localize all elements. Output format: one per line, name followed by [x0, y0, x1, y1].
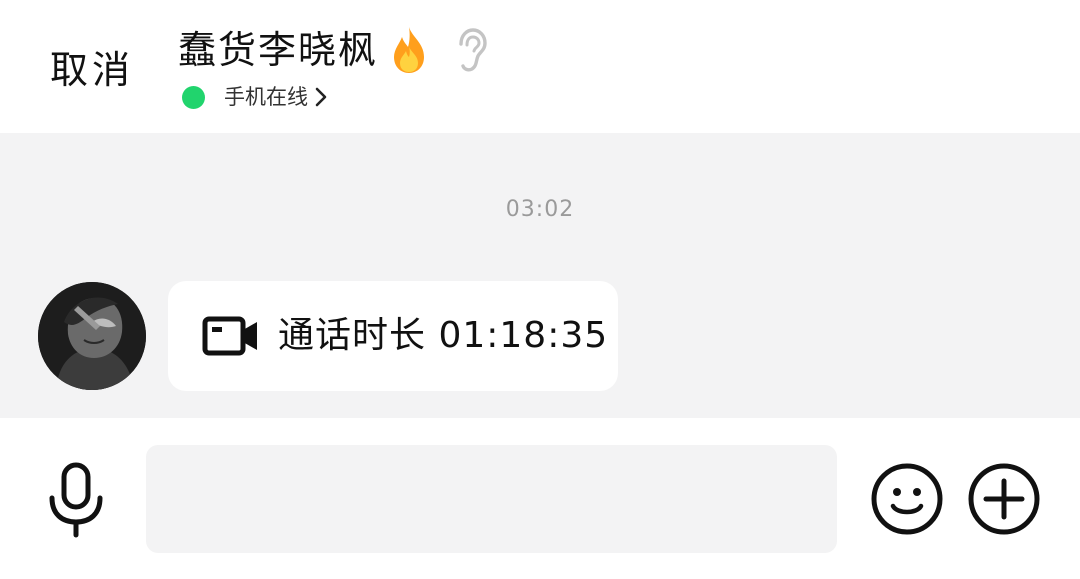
contact-info: 蠢货李晓枫 手机在线 [178, 24, 488, 124]
message-timestamp: 03:02 [505, 197, 575, 222]
contact-name[interactable]: 蠢货李晓枫 [178, 26, 378, 74]
message-list[interactable]: 03:02 通话时长 01:18:35 [0, 133, 1080, 418]
chevron-right-icon [314, 86, 328, 108]
video-call-icon [202, 313, 260, 359]
call-duration-text: 通话时长 01:18:35 [278, 315, 609, 356]
message-input[interactable] [146, 445, 837, 553]
cancel-button[interactable]: 取消 [50, 46, 134, 94]
plus-circle-icon[interactable] [967, 462, 1041, 536]
chat-screen: 取消 蠢货李晓枫 手机在线 03:02 通话时长 01:18:35 [0, 0, 1080, 579]
chat-header: 取消 蠢货李晓枫 手机在线 [0, 0, 1080, 133]
contact-name-row: 蠢货李晓枫 [178, 24, 488, 76]
microphone-icon[interactable] [46, 462, 106, 538]
video-call-message[interactable]: 通话时长 01:18:35 [168, 281, 618, 391]
status-text: 手机在线 [224, 85, 308, 109]
input-bar [0, 418, 1080, 579]
ear-icon[interactable] [454, 27, 488, 73]
avatar[interactable] [38, 282, 146, 390]
fire-icon [390, 25, 428, 75]
online-status[interactable]: 手机在线 [182, 84, 328, 110]
smiley-icon[interactable] [870, 462, 944, 536]
online-indicator [182, 85, 205, 109]
